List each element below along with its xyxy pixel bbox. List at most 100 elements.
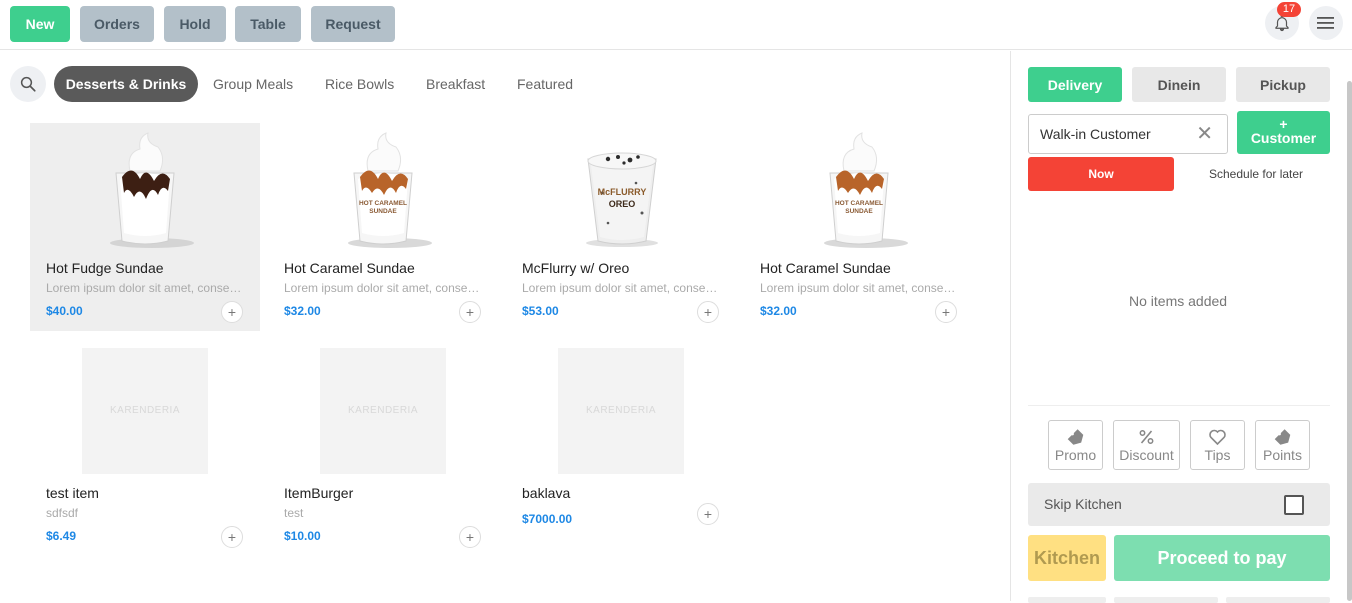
product-price: $6.49 bbox=[46, 529, 77, 543]
product-card[interactable]: HOT FUDGE SUNDAE Hot Fudge Sundae Lorem … bbox=[30, 123, 260, 331]
product-image-hot-caramel-sundae: HOT CARAMEL SUNDAE bbox=[348, 132, 432, 248]
add-to-order-button[interactable]: + bbox=[935, 301, 957, 323]
product-card[interactable]: McFLURRY OREO McFlurry w/ Oreo Lorem ips… bbox=[506, 123, 736, 331]
plus-icon: + bbox=[703, 304, 713, 320]
product-card[interactable]: KARENDERIA test item sdfsdf $6.49 + bbox=[30, 348, 260, 556]
discount-label: Discount bbox=[1119, 447, 1174, 463]
category-search-button[interactable] bbox=[10, 66, 46, 102]
clear-customer-icon[interactable]: ✕ bbox=[1196, 115, 1213, 153]
kitchen-button[interactable]: Kitchen bbox=[1028, 535, 1106, 581]
hold-button[interactable]: Hold bbox=[164, 6, 226, 42]
order-panel-scrollbar[interactable] bbox=[1347, 81, 1352, 601]
points-label: Points bbox=[1263, 447, 1302, 463]
skip-kitchen-label: Skip Kitchen bbox=[1044, 496, 1122, 512]
product-price: $40.00 bbox=[46, 304, 83, 318]
order-type-dinein[interactable]: Dinein bbox=[1132, 67, 1226, 102]
add-to-order-button[interactable]: + bbox=[459, 301, 481, 323]
svg-text:SUNDAE: SUNDAE bbox=[130, 208, 160, 215]
tips-button[interactable]: Tips bbox=[1190, 420, 1245, 470]
svg-text:SUNDAE: SUNDAE bbox=[845, 208, 873, 215]
orders-button[interactable]: Orders bbox=[80, 6, 154, 42]
cup-label: HOT FUDGE bbox=[124, 200, 166, 207]
add-to-order-button[interactable]: + bbox=[459, 526, 481, 548]
product-description: Lorem ipsum dolor sit amet, consectetur bbox=[760, 281, 960, 295]
product-description: Lorem ipsum dolor sit amet, consectetur bbox=[522, 281, 722, 295]
tips-label: Tips bbox=[1204, 447, 1231, 463]
plus-icon: + bbox=[1279, 116, 1288, 132]
svg-text:OREO: OREO bbox=[609, 199, 636, 209]
add-customer-label: Customer bbox=[1250, 130, 1317, 146]
top-toolbar: New Orders Hold Table Request 17 bbox=[0, 0, 1352, 50]
hamburger-menu-icon bbox=[1317, 17, 1334, 29]
product-image-placeholder: KARENDERIA bbox=[82, 348, 208, 474]
plus-icon: + bbox=[227, 529, 237, 545]
product-image-placeholder: KARENDERIA bbox=[320, 348, 446, 474]
menu-button[interactable] bbox=[1309, 6, 1343, 40]
product-name: Hot Caramel Sundae bbox=[760, 260, 891, 276]
product-description: test bbox=[284, 506, 304, 520]
category-tab-breakfast[interactable]: Breakfast bbox=[426, 66, 485, 102]
svg-text:SUNDAE: SUNDAE bbox=[369, 208, 397, 215]
product-image-hot-fudge-sundae: HOT FUDGE SUNDAE bbox=[110, 132, 194, 248]
product-card[interactable]: KARENDERIA baklava $7000.00 + bbox=[506, 348, 736, 556]
product-price: $32.00 bbox=[284, 304, 321, 318]
empty-cart-message: No items added bbox=[1129, 293, 1228, 309]
search-icon bbox=[20, 76, 36, 92]
table-button[interactable]: Table bbox=[235, 6, 301, 42]
product-price: $53.00 bbox=[522, 304, 559, 318]
category-tab-group-meals[interactable]: Group Meals bbox=[213, 66, 293, 102]
product-price: $10.00 bbox=[284, 529, 321, 543]
plus-icon: + bbox=[941, 304, 951, 320]
now-button[interactable]: Now bbox=[1028, 157, 1174, 191]
new-button[interactable]: New bbox=[10, 6, 70, 42]
product-card[interactable]: HOT CARAMEL SUNDAE Hot Caramel Sundae Lo… bbox=[744, 123, 974, 331]
category-tab-featured[interactable]: Featured bbox=[517, 66, 573, 102]
discount-button[interactable]: Discount bbox=[1113, 420, 1180, 470]
tags-icon bbox=[1274, 429, 1291, 445]
points-button[interactable]: Points bbox=[1255, 420, 1310, 470]
order-type-pickup[interactable]: Pickup bbox=[1236, 67, 1330, 102]
footer-stub bbox=[1226, 597, 1330, 603]
category-tab-desserts-drinks[interactable]: Desserts & Drinks bbox=[54, 66, 198, 102]
customer-select[interactable]: Walk-in Customer ✕ bbox=[1028, 114, 1228, 154]
footer-stub bbox=[1114, 597, 1218, 603]
product-image-mcflurry-oreo: McFLURRY OREO bbox=[586, 152, 658, 247]
product-name: Hot Fudge Sundae bbox=[46, 260, 164, 276]
product-name: test item bbox=[46, 485, 99, 501]
plus-icon: + bbox=[465, 529, 475, 545]
product-card[interactable]: HOT CARAMEL SUNDAE Hot Caramel Sundae Lo… bbox=[268, 123, 498, 331]
product-image-hot-caramel-sundae: HOT CARAMEL SUNDAE bbox=[824, 132, 908, 248]
notifications-button[interactable]: 17 bbox=[1265, 2, 1301, 40]
add-customer-button[interactable]: + Customer bbox=[1237, 111, 1330, 154]
order-type-delivery[interactable]: Delivery bbox=[1028, 67, 1122, 102]
plus-icon: + bbox=[465, 304, 475, 320]
skip-kitchen-checkbox[interactable] bbox=[1284, 495, 1304, 515]
category-tab-rice-bowls[interactable]: Rice Bowls bbox=[325, 66, 394, 102]
percent-icon bbox=[1139, 430, 1154, 444]
promo-button[interactable]: Promo bbox=[1048, 420, 1103, 470]
svg-text:McFLURRY: McFLURRY bbox=[598, 187, 647, 197]
proceed-to-pay-button[interactable]: Proceed to pay bbox=[1114, 535, 1330, 581]
product-description: sdfsdf bbox=[46, 506, 79, 520]
menu-panel: Desserts & Drinks Group Meals Rice Bowls… bbox=[0, 51, 1010, 601]
product-price: $32.00 bbox=[760, 304, 797, 318]
schedule-later-button[interactable]: Schedule for later bbox=[1209, 167, 1303, 181]
tag-icon bbox=[1067, 429, 1084, 445]
skip-kitchen-row[interactable]: Skip Kitchen bbox=[1028, 483, 1330, 526]
product-description: Lorem ipsum dolor sit amet, consectetur bbox=[46, 281, 246, 295]
product-name: baklava bbox=[522, 485, 571, 501]
add-to-order-button[interactable]: + bbox=[697, 503, 719, 525]
plus-icon: + bbox=[703, 506, 713, 522]
notification-count-badge: 17 bbox=[1277, 2, 1301, 17]
product-card[interactable]: KARENDERIA ItemBurger test $10.00 + bbox=[268, 348, 498, 556]
product-image-placeholder: KARENDERIA bbox=[558, 348, 684, 474]
product-price: $7000.00 bbox=[522, 512, 573, 526]
promo-label: Promo bbox=[1054, 447, 1097, 463]
add-to-order-button[interactable]: + bbox=[221, 301, 243, 323]
request-button[interactable]: Request bbox=[311, 6, 395, 42]
add-to-order-button[interactable]: + bbox=[221, 526, 243, 548]
plus-icon: + bbox=[227, 304, 237, 320]
divider bbox=[1028, 405, 1330, 406]
add-to-order-button[interactable]: + bbox=[697, 301, 719, 323]
product-name: McFlurry w/ Oreo bbox=[522, 260, 630, 276]
